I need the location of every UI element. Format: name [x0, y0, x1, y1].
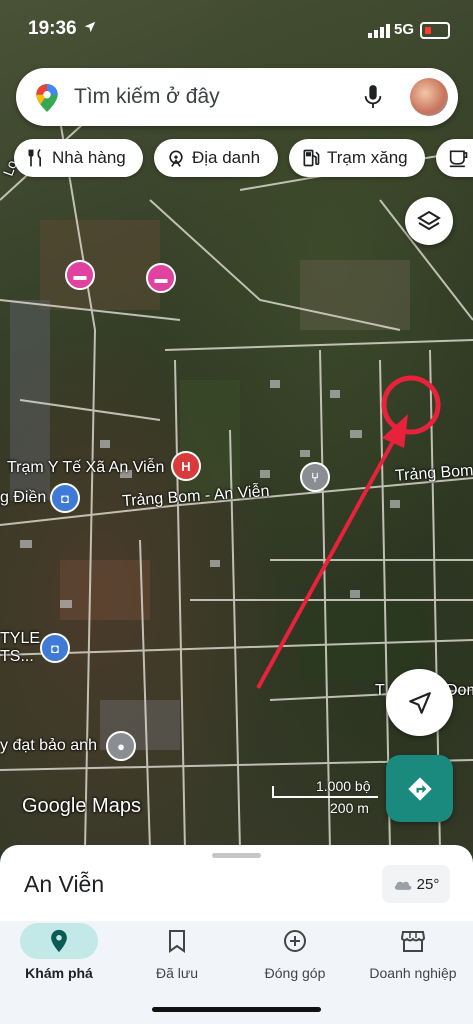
chip-coffee[interactable] — [436, 139, 473, 177]
location-arrow-icon — [84, 21, 96, 33]
gas-pump-icon — [303, 149, 320, 167]
hospital-icon[interactable]: H — [171, 451, 201, 481]
search-input[interactable]: Tìm kiếm ở đây — [74, 85, 220, 109]
place-pin-icon[interactable]: ● — [106, 731, 136, 761]
sheet-drag-handle[interactable] — [212, 853, 261, 858]
my-location-button[interactable] — [386, 669, 453, 736]
store-label: TYLE TS... — [0, 630, 41, 665]
tab-explore[interactable]: Khám phá — [0, 921, 118, 991]
chip-gas-stations[interactable]: Trạm xăng — [289, 139, 425, 177]
health-station-label: Trạm Y Tế Xã An Viễn — [7, 459, 165, 476]
layers-icon — [417, 210, 441, 231]
scale-feet: 1.000 bộ — [316, 778, 371, 794]
directions-icon — [407, 776, 432, 801]
network-type: 5G — [394, 21, 415, 38]
category-chips: Nhà hàng Địa danh Trạm xăng — [14, 139, 473, 179]
coffee-icon — [449, 150, 468, 168]
status-bar: 19:36 5G — [0, 0, 473, 60]
scale-meters: 200 m — [330, 800, 369, 816]
google-maps-watermark: Google Maps — [22, 795, 141, 817]
bookmark-icon — [169, 930, 185, 953]
status-time: 19:36 — [28, 18, 77, 39]
google-maps-pin-icon — [36, 84, 58, 112]
place-label: g Điền — [0, 489, 47, 506]
shopping-icon[interactable]: ◘ — [50, 483, 80, 513]
bottom-sheet[interactable]: An Viễn 25° Khám phá Đã lưu Đóng góp Doa… — [0, 845, 473, 1024]
landmark-icon — [169, 150, 183, 167]
hotel-icon[interactable]: ▬ — [65, 260, 95, 290]
tab-contribute[interactable]: Đóng góp — [236, 921, 354, 991]
cloud-icon — [394, 881, 411, 890]
chip-restaurants[interactable]: Nhà hàng — [14, 139, 143, 177]
chip-label: Trạm xăng — [327, 148, 408, 167]
land-store-label: y đạt bảo anh — [0, 737, 97, 754]
add-circle-icon — [284, 930, 306, 952]
tab-label: Doanh nghiệp — [369, 965, 457, 981]
home-indicator[interactable] — [152, 1007, 321, 1012]
weather-badge[interactable]: 25° — [382, 865, 450, 903]
microphone-icon[interactable] — [362, 83, 384, 111]
temperature: 25° — [416, 875, 440, 893]
satellite-map[interactable]: Lo Trạm Y Tế Xã An Viễn g Điền Trảng Bom… — [0, 0, 473, 850]
chip-landmarks[interactable]: Địa danh — [154, 139, 278, 177]
tab-label: Khám phá — [25, 965, 93, 981]
signal-icon — [368, 24, 390, 38]
tab-saved[interactable]: Đã lưu — [118, 921, 236, 991]
storefront-icon — [401, 931, 425, 952]
battery-icon — [420, 22, 450, 39]
chip-label: Địa danh — [192, 148, 261, 167]
layers-button[interactable] — [405, 197, 453, 245]
directions-button[interactable] — [386, 755, 453, 822]
explore-pin-icon — [51, 929, 67, 953]
hotel-icon[interactable]: ▬ — [146, 263, 176, 293]
tab-label: Đóng góp — [264, 965, 326, 981]
search-bar[interactable]: Tìm kiếm ở đây — [16, 68, 458, 126]
tab-business[interactable]: Doanh nghiệp — [354, 921, 472, 991]
place-title: An Viễn — [24, 871, 105, 897]
chip-label: Nhà hàng — [52, 148, 126, 167]
restaurant-icon[interactable]: ⑂ — [300, 462, 330, 492]
navigation-arrow-icon — [408, 691, 431, 714]
map-scale: 1.000 bộ 200 m — [272, 778, 382, 818]
fork-knife-icon — [28, 148, 41, 167]
place-label: T — [375, 682, 385, 699]
avatar[interactable] — [410, 78, 448, 116]
tab-label: Đã lưu — [155, 965, 199, 981]
shopping-icon[interactable]: ◘ — [40, 633, 70, 663]
